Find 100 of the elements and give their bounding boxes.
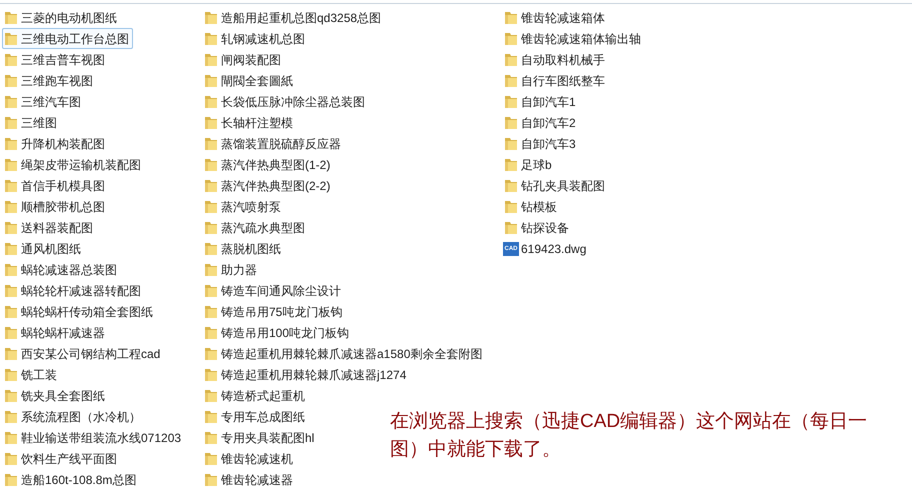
file-item[interactable]: 锥齿轮减速箱体 bbox=[502, 7, 609, 28]
file-item[interactable]: 饮料生产线平面图 bbox=[2, 448, 121, 469]
folder-icon bbox=[3, 52, 19, 68]
file-item[interactable]: 锥齿轮减速箱体输出轴 bbox=[502, 28, 645, 49]
folder-icon bbox=[503, 72, 519, 88]
file-item[interactable]: 钻探设备 bbox=[502, 217, 573, 238]
file-item[interactable]: 自卸汽车2 bbox=[502, 112, 580, 133]
file-item[interactable]: 造船160t-108.8m总图 bbox=[2, 469, 140, 490]
folder-icon bbox=[203, 346, 219, 362]
file-item[interactable]: 铣工装 bbox=[2, 364, 61, 385]
file-item[interactable]: 自卸汽车3 bbox=[502, 133, 580, 154]
folder-icon bbox=[203, 324, 219, 340]
folder-icon bbox=[203, 366, 219, 382]
file-item[interactable]: 自动取料机械手 bbox=[502, 49, 609, 70]
file-item[interactable]: 三维图 bbox=[2, 112, 61, 133]
folder-icon bbox=[3, 472, 19, 488]
folder-icon bbox=[203, 94, 219, 110]
folder-icon bbox=[203, 408, 219, 424]
file-item[interactable]: 锥齿轮减速机 bbox=[202, 448, 297, 469]
folder-icon bbox=[503, 156, 519, 172]
file-item[interactable]: 助力器 bbox=[202, 259, 261, 280]
folder-icon bbox=[3, 30, 19, 46]
file-item[interactable]: 蒸汽喷射泵 bbox=[202, 196, 285, 217]
file-item[interactable]: 送料器装配图 bbox=[2, 217, 97, 238]
file-item[interactable]: 足球b bbox=[502, 154, 556, 175]
file-item[interactable]: 造船用起重机总图qd3258总图 bbox=[202, 7, 386, 28]
file-item[interactable]: 蜗轮蜗杆传动箱全套图纸 bbox=[2, 301, 157, 322]
file-item[interactable]: 蒸汽伴热典型图(2-2) bbox=[202, 175, 334, 196]
folder-icon bbox=[203, 388, 219, 404]
folder-icon bbox=[203, 30, 219, 46]
folder-icon bbox=[3, 304, 19, 320]
file-item[interactable]: 自行车图纸整车 bbox=[502, 70, 609, 91]
folder-icon bbox=[3, 324, 19, 340]
folder-icon bbox=[3, 178, 19, 194]
file-item[interactable]: 轧钢减速机总图 bbox=[202, 28, 309, 49]
folder-icon bbox=[503, 178, 519, 194]
file-item[interactable]: 三维跑车视图 bbox=[2, 70, 97, 91]
file-item[interactable]: 专用车总成图纸 bbox=[202, 406, 309, 427]
file-item[interactable]: 鞋业输送带组装流水线071203 bbox=[2, 427, 186, 448]
file-item[interactable]: 蒸汽疏水典型图 bbox=[202, 217, 309, 238]
file-item[interactable]: 铸造吊用100吨龙门板钩 bbox=[202, 322, 354, 343]
folder-icon bbox=[203, 198, 219, 214]
file-item[interactable]: 升降机构装配图 bbox=[2, 133, 109, 154]
folder-icon bbox=[3, 136, 19, 152]
file-item[interactable]: 钻孔夹具装配图 bbox=[502, 175, 609, 196]
folder-icon bbox=[3, 430, 19, 446]
file-item[interactable]: 钻模板 bbox=[502, 196, 561, 217]
file-item[interactable]: 专用夹具装配图hl bbox=[202, 427, 318, 448]
file-item[interactable]: 蒸汽伴热典型图(1-2) bbox=[202, 154, 334, 175]
folder-icon bbox=[203, 156, 219, 172]
file-item[interactable]: 铸造车间通风除尘设计 bbox=[202, 280, 345, 301]
folder-icon bbox=[203, 450, 219, 466]
folder-icon bbox=[3, 408, 19, 424]
file-item[interactable]: 蒸馏装置脱硫醇反应器 bbox=[202, 133, 345, 154]
file-item[interactable]: 三维电动工作台总图 bbox=[2, 28, 133, 49]
file-item[interactable]: 铣夹具全套图纸 bbox=[2, 385, 109, 406]
folder-icon bbox=[503, 30, 519, 46]
file-item[interactable]: 首信手机模具图 bbox=[2, 175, 109, 196]
file-item[interactable]: 系统流程图（水冷机） bbox=[2, 406, 145, 427]
file-item[interactable]: 通风机图纸 bbox=[2, 238, 85, 259]
file-item[interactable]: 三维吉普车视图 bbox=[2, 49, 109, 70]
file-item[interactable]: 自卸汽车1 bbox=[502, 91, 580, 112]
file-item[interactable]: 铸造桥式起重机 bbox=[202, 385, 309, 406]
folder-icon bbox=[503, 94, 519, 110]
folder-icon bbox=[203, 72, 219, 88]
file-item[interactable]: 锥齿轮减速器 bbox=[202, 469, 297, 490]
folder-icon bbox=[3, 114, 19, 130]
folder-icon bbox=[203, 282, 219, 298]
folder-icon bbox=[3, 156, 19, 172]
folder-icon bbox=[503, 198, 519, 214]
folder-icon bbox=[503, 10, 519, 26]
file-item[interactable]: 铸造吊用75吨龙门板钩 bbox=[202, 301, 346, 322]
file-item[interactable]: 长轴杆注塑模 bbox=[202, 112, 297, 133]
file-item[interactable]: 闸阀装配图 bbox=[202, 49, 285, 70]
file-item[interactable]: 三菱的电动机图纸 bbox=[2, 7, 121, 28]
folder-icon bbox=[203, 220, 219, 236]
folder-icon bbox=[203, 178, 219, 194]
file-item[interactable]: 绳架皮带运输机装配图 bbox=[2, 154, 145, 175]
folder-icon bbox=[203, 304, 219, 320]
file-item[interactable]: 蜗轮蜗杆减速器 bbox=[2, 322, 109, 343]
folder-icon bbox=[203, 240, 219, 256]
file-item[interactable]: 蒸脱机图纸 bbox=[202, 238, 285, 259]
folder-icon bbox=[3, 72, 19, 88]
folder-icon bbox=[503, 52, 519, 68]
file-item[interactable]: 西安某公司钢结构工程cad bbox=[2, 343, 164, 364]
folder-icon bbox=[3, 366, 19, 382]
folder-icon bbox=[3, 388, 19, 404]
folder-icon bbox=[203, 430, 219, 446]
folder-icon bbox=[3, 220, 19, 236]
file-item[interactable]: 铸造起重机用棘轮棘爪减速器a1580剩余全套附图 bbox=[202, 343, 486, 364]
file-item[interactable]: 三维汽车图 bbox=[2, 91, 85, 112]
folder-icon bbox=[3, 346, 19, 362]
file-item[interactable]: 蜗轮轮杆减速器转配图 bbox=[2, 280, 145, 301]
file-item[interactable]: 蜗轮减速器总装图 bbox=[2, 259, 121, 280]
file-item[interactable]: 铸造起重机用棘轮棘爪减速器j1274 bbox=[202, 364, 410, 385]
file-item[interactable]: 閘閥全套圖紙 bbox=[202, 70, 297, 91]
folder-icon bbox=[203, 114, 219, 130]
file-item[interactable]: 顺槽胶带机总图 bbox=[2, 196, 109, 217]
folder-icon bbox=[3, 450, 19, 466]
file-item[interactable]: 长袋低压脉冲除尘器总装图 bbox=[202, 91, 369, 112]
